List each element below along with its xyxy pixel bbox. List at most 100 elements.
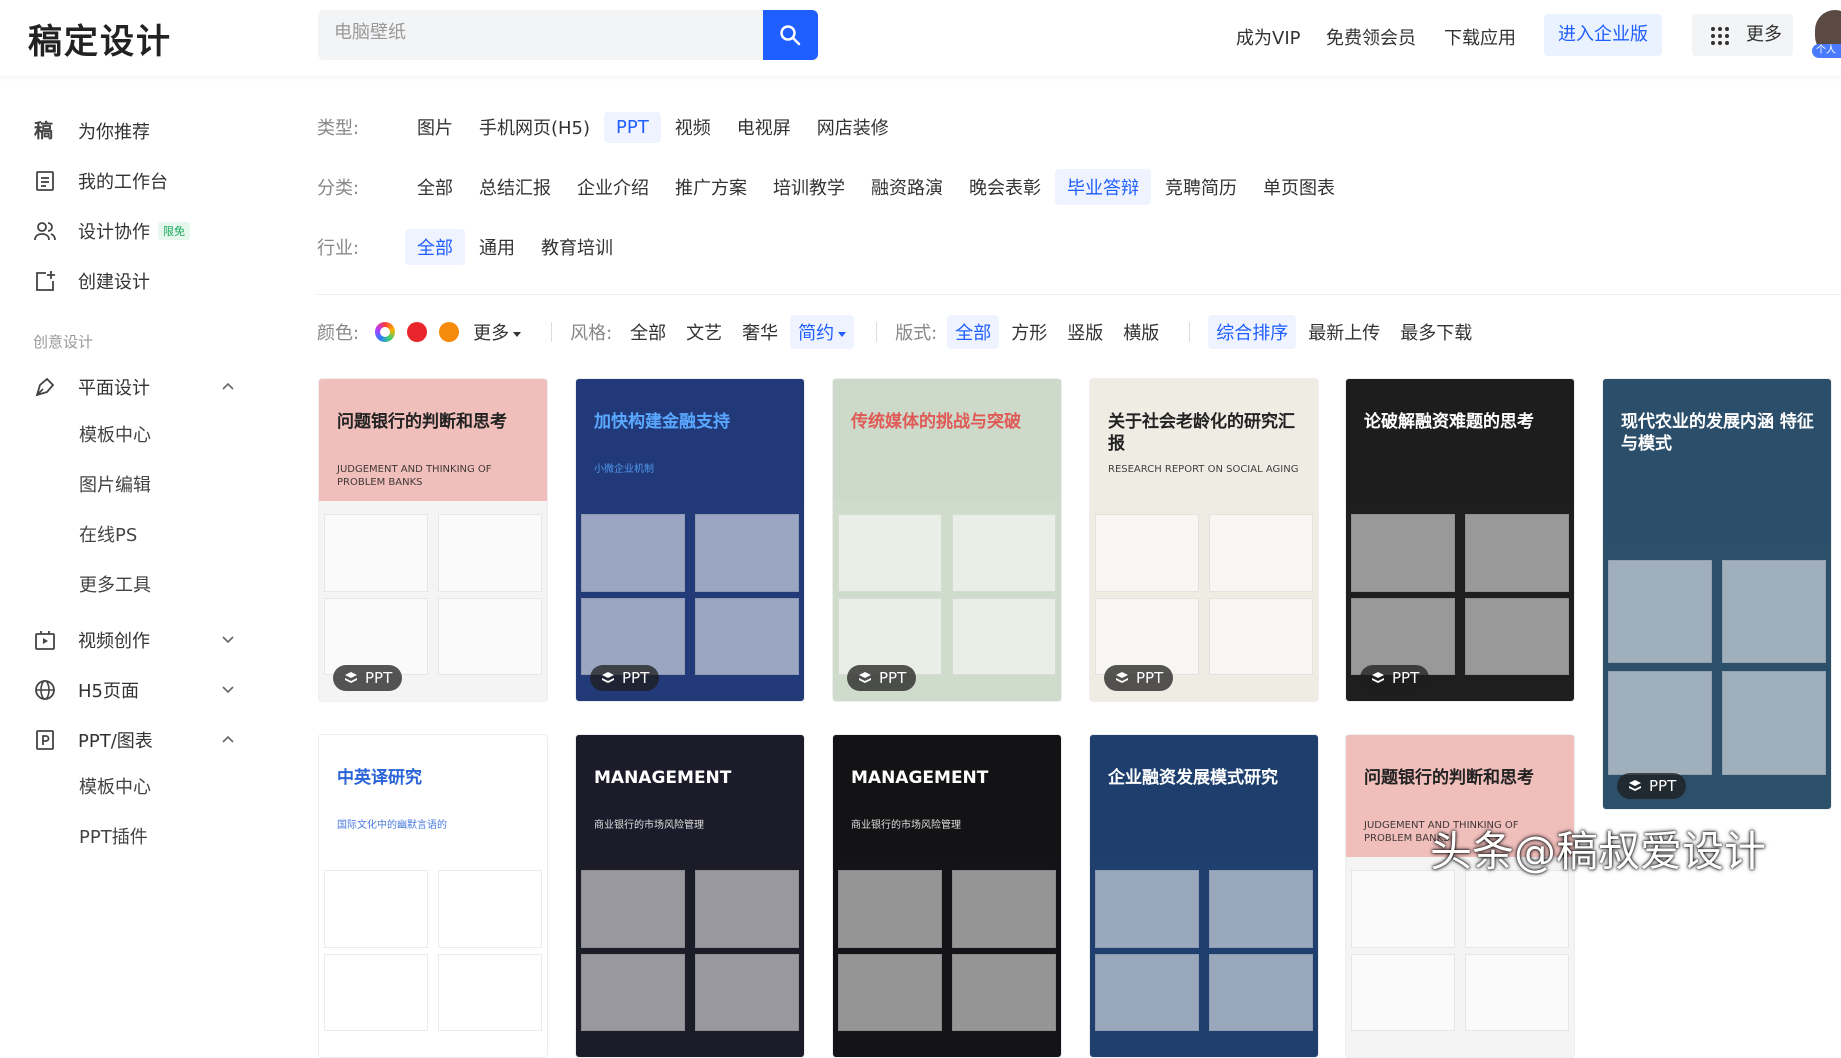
filter-option[interactable]: 视频 — [663, 109, 723, 145]
chevron-down-icon[interactable] — [222, 686, 234, 694]
template-card[interactable]: 问题银行的判断和思考 JUDGEMENT AND THINKING OF PROB… — [1345, 734, 1575, 1058]
card-preview-tile — [1094, 597, 1200, 676]
sidebar-item-label: 创建设计 — [78, 272, 150, 293]
vip-link[interactable]: 成为VIP — [1236, 24, 1300, 50]
card-preview-tile — [437, 597, 543, 676]
filter-option[interactable]: 图片 — [405, 109, 465, 145]
filter-option[interactable]: 单页图表 — [1251, 169, 1347, 205]
search-box[interactable] — [318, 10, 818, 60]
site-logo[interactable]: 稿定设计 — [28, 14, 172, 63]
color-swatch-red[interactable] — [407, 322, 428, 342]
card-preview-tile — [323, 870, 429, 948]
template-card[interactable]: MANAGEMENT 商业银行的市场风险管理 — [575, 734, 805, 1058]
template-card[interactable]: 中英译研究 国际文化中的幽默言语的 — [318, 734, 548, 1058]
filter-option-selected[interactable]: 简约 — [790, 315, 855, 349]
filter-option[interactable]: 企业介绍 — [565, 169, 661, 205]
filter-option[interactable]: 晚会表彰 — [957, 169, 1053, 205]
more-menu-button[interactable]: 更多 — [1692, 14, 1793, 56]
card-preview-tile — [1208, 870, 1314, 948]
card-preview-tile — [323, 953, 429, 1032]
template-card[interactable]: 论破解融资难题的思考 PPT — [1345, 378, 1575, 702]
chevron-up-icon[interactable] — [222, 735, 234, 743]
filter-option[interactable]: 教育培训 — [529, 229, 625, 265]
filter-option[interactable]: 培训教学 — [761, 169, 857, 205]
sidebar-sub-image-edit[interactable]: 图片编辑 — [79, 471, 151, 497]
sidebar-item-recommend[interactable]: 稿 为你推荐 — [34, 116, 150, 146]
card-title: MANAGEMENT — [851, 768, 989, 788]
globe-icon — [35, 680, 55, 700]
card-preview-tile — [694, 953, 800, 1032]
card-preview-tile — [323, 514, 429, 592]
sidebar-item-collab[interactable]: 设计协作 限免 — [34, 216, 190, 246]
more-label: 更多 — [1746, 24, 1782, 45]
card-preview-tile — [1350, 597, 1456, 676]
filter-option-selected[interactable]: 全部 — [405, 229, 465, 265]
ppt-icon — [36, 730, 54, 750]
filter-option[interactable]: 竞聘简历 — [1153, 169, 1249, 205]
filter-option[interactable]: 横版 — [1115, 315, 1167, 349]
sidebar-group-graphic[interactable]: 平面设计 — [34, 372, 150, 402]
filter-option[interactable]: 全部 — [405, 169, 465, 205]
sidebar-sub-more-tools[interactable]: 更多工具 — [79, 571, 151, 597]
ppt-badge-label: PPT — [622, 669, 650, 687]
sort-option[interactable]: 最新上传 — [1300, 315, 1388, 349]
chevron-down-icon[interactable] — [222, 636, 234, 644]
sidebar-item-label: PPT/图表 — [78, 731, 153, 752]
filter-option[interactable]: 电视屏 — [725, 109, 803, 145]
filter-option[interactable]: 融资路演 — [859, 169, 955, 205]
filter-option-selected[interactable]: 全部 — [947, 315, 1000, 349]
search-button[interactable] — [763, 10, 818, 60]
card-preview-tile — [437, 953, 543, 1032]
sidebar-sub-ppt-plugin[interactable]: PPT插件 — [79, 823, 148, 849]
filter-option[interactable]: 奢华 — [734, 315, 786, 349]
ppt-badge: PPT — [1104, 665, 1174, 691]
template-card[interactable]: 现代农业的发展内涵 特征与模式 PPT — [1602, 378, 1832, 810]
color-swatch-rainbow[interactable] — [375, 322, 396, 342]
filter-option[interactable]: 文艺 — [678, 315, 730, 349]
template-card[interactable]: 传统媒体的挑战与突破 PPT — [832, 378, 1062, 702]
template-card[interactable]: 关于社会老龄化的研究汇报 RESEARCH REPORT ON SOCIAL AG… — [1089, 378, 1319, 702]
card-accent-band — [576, 735, 804, 858]
sidebar-item-workspace[interactable]: 我的工作台 — [34, 166, 168, 196]
sidebar-group-ppt[interactable]: PPT/图表 — [34, 725, 153, 755]
watermark: 头条@稿叔爱设计 — [1430, 827, 1767, 876]
free-member-link[interactable]: 免费领会员 — [1326, 24, 1416, 50]
sidebar-sub-template-center[interactable]: 模板中心 — [79, 421, 151, 447]
sort-option[interactable]: 最多下载 — [1392, 315, 1480, 349]
template-card[interactable]: 问题银行的判断和思考 JUDGEMENT AND THINKING OF PROB… — [318, 378, 548, 702]
filter-option[interactable]: 网店装修 — [805, 109, 901, 145]
card-title: 问题银行的判断和思考 — [1364, 768, 1534, 788]
sidebar-sub-online-ps[interactable]: 在线PS — [79, 521, 137, 547]
template-card[interactable]: 加快构建金融支持 小微企业机制 PPT — [575, 378, 805, 702]
color-swatch-orange[interactable] — [439, 322, 460, 342]
chevron-up-icon[interactable] — [222, 382, 234, 390]
enterprise-button[interactable]: 进入企业版 — [1544, 14, 1662, 56]
ppt-badge: PPT — [1617, 773, 1687, 799]
template-card[interactable]: 企业融资发展模式研究 — [1089, 734, 1319, 1058]
filter-option[interactable]: 推广方案 — [663, 169, 759, 205]
card-preview-tile — [580, 870, 686, 948]
add-design-icon — [36, 271, 55, 291]
filter-option[interactable]: 手机网页(H5) — [467, 109, 602, 145]
filter-option-selected[interactable]: 毕业答辩 — [1055, 169, 1151, 205]
filter-option-selected[interactable]: PPT — [604, 111, 661, 143]
filter-type: 类型: 图片 手机网页(H5) PPT 视频 电视屏 网店装修 — [317, 109, 903, 145]
card-preview-tile — [1094, 514, 1200, 592]
filter-option[interactable]: 通用 — [467, 229, 527, 265]
filter-option[interactable]: 全部 — [622, 315, 674, 349]
sidebar-sub-ppt-template-center[interactable]: 模板中心 — [79, 773, 151, 799]
download-app-link[interactable]: 下载应用 — [1444, 24, 1516, 50]
sidebar-item-create[interactable]: 创建设计 — [34, 266, 150, 296]
card-preview-tile — [1464, 870, 1570, 948]
card-accent-band — [1090, 735, 1318, 858]
filter-option[interactable]: 方形 — [1003, 315, 1055, 349]
sidebar-group-h5[interactable]: H5页面 — [34, 675, 139, 705]
color-more-dropdown[interactable]: 更多 — [465, 315, 529, 349]
sort-option-selected[interactable]: 综合排序 — [1208, 315, 1297, 349]
filter-option[interactable]: 总结汇报 — [467, 169, 563, 205]
template-card[interactable]: MANAGEMENT 商业银行的市场风险管理 — [832, 734, 1062, 1058]
filter-option[interactable]: 竖版 — [1059, 315, 1111, 349]
search-input[interactable] — [334, 22, 714, 43]
sidebar-group-video[interactable]: 视频创作 — [34, 625, 150, 655]
card-subtitle: 国际文化中的幽默言语的 — [337, 820, 447, 831]
